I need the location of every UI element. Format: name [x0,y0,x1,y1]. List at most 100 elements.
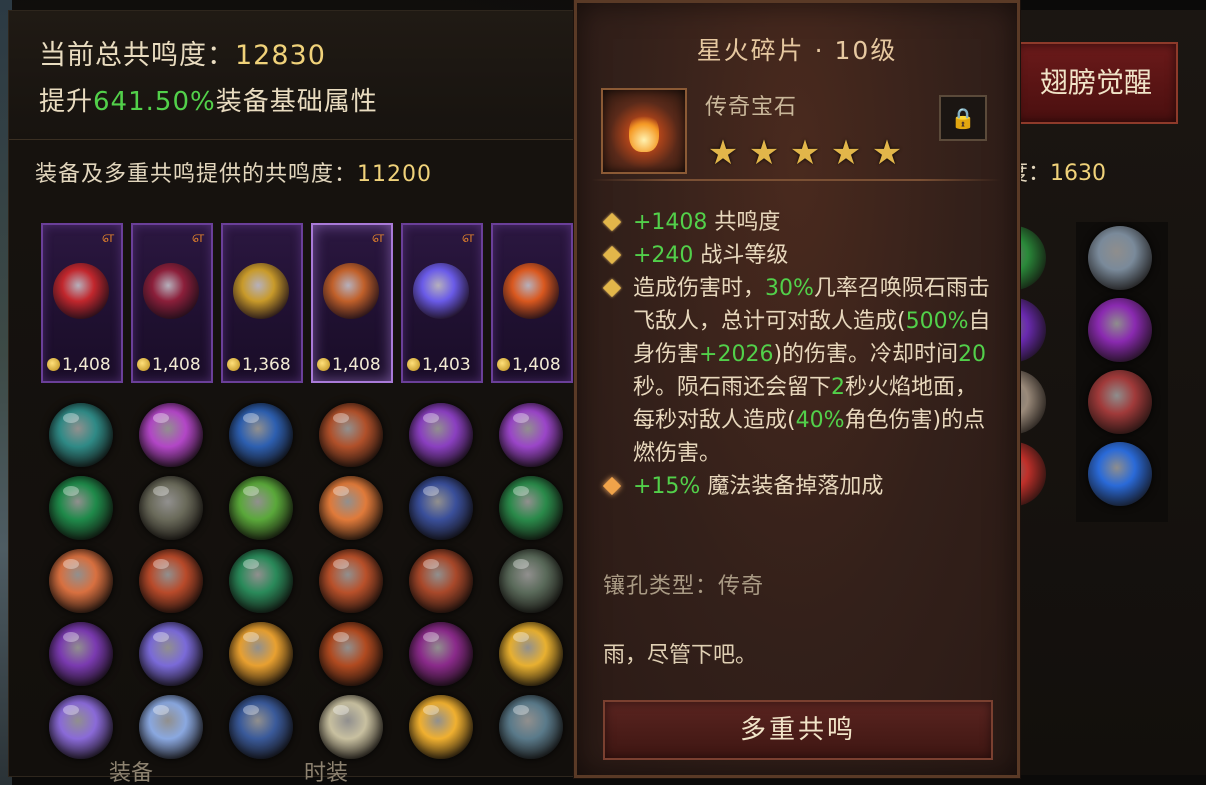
gem-slot[interactable] [139,403,203,467]
star-icon: ★ [707,133,739,173]
equipment-resonance-value: 1,403 [407,355,471,375]
equipment-resonance-value: 1,408 [317,355,381,375]
gem-slot[interactable] [139,695,203,759]
gem-slot[interactable] [319,476,383,540]
effect-description: 造成伤害时，30%几率召唤陨石雨击飞敌人，总计可对敌人造成(500%自身伤害+2… [602,272,995,470]
resonance-mark-icon: எ [461,227,475,246]
gem-slot[interactable] [49,695,113,759]
gem-slot[interactable] [49,622,113,686]
equipment-gem-icon [143,263,199,319]
equipment-resonance-value: 1,368 [227,355,291,375]
gem-slot[interactable] [1088,442,1152,506]
gem-attributes: +1408 共鸣度 +240 战斗等级 造成伤害时，30%几率召唤陨石雨击飞敌人… [602,206,995,503]
wing-awaken-button[interactable]: 翅膀觉醒 [1014,42,1178,124]
gem-slot[interactable] [139,622,203,686]
attribute-boost: 提升641.50%装备基础属性 [39,81,378,118]
equipment-slot[interactable]: எ 1,408 [311,223,393,383]
gem-slot[interactable] [49,476,113,540]
boost-suffix: 装备基础属性 [215,87,378,117]
header-divider [591,179,1001,181]
gem-slot[interactable] [409,403,473,467]
equipment-value-text: 1,408 [332,355,381,375]
effect-value: 40% [795,408,845,433]
right-resonance-panel: 翅膀觉醒 度：1630 [1005,10,1206,775]
socket-type: 镶孔类型：传奇 [603,574,765,599]
resonance-summary: 当前总共鸣度：12830 提升641.50%装备基础属性 [9,11,609,140]
gem-slot[interactable] [499,549,563,613]
star-icon: ★ [748,133,780,173]
stat-value: +240 [633,243,694,268]
gem-slot[interactable] [409,695,473,759]
stat-line-resonance: +1408 共鸣度 [602,206,995,239]
effect-value: 2 [831,375,846,400]
gem-slot[interactable] [229,622,293,686]
gem-slot[interactable] [319,695,383,759]
gem-stars: ★ ★ ★ ★ ★ [705,135,910,171]
stat-bullet-icon [602,212,622,232]
gem-slot[interactable] [319,622,383,686]
tab-fashion[interactable]: 时装 [304,759,348,785]
coin-icon [317,358,330,371]
tab-equipment[interactable]: 装备 [109,759,153,785]
equipment-resonance-title: 装备及多重共鸣提供的共鸣度：11200 [35,156,432,188]
equipment-gem-icon [503,263,559,319]
gem-slot[interactable] [1088,370,1152,434]
equipment-slot[interactable]: 1,408 [491,223,573,383]
star-icon: ★ [871,133,903,173]
gem-icon-core [629,112,659,152]
gem-slot[interactable] [499,622,563,686]
equipment-resonance-label: 装备及多重共鸣提供的共鸣度： [35,162,358,187]
effect-value: 30% [765,276,814,301]
equipment-slot[interactable]: எ 1,408 [41,223,123,383]
lock-icon[interactable]: 🔒 [939,95,987,141]
coin-icon [47,358,60,371]
resonance-panel: 当前总共鸣度：12830 提升641.50%装备基础属性 装备及多重共鸣提供的共… [8,10,610,785]
gem-icon [601,88,687,174]
equipment-gem-icon [53,263,109,319]
boost-prefix: 提升 [39,87,94,117]
coin-icon [137,358,150,371]
gem-slot[interactable] [409,476,473,540]
gem-slot[interactable] [229,403,293,467]
bottom-tabs: 装备 时装 [39,759,439,785]
gem-slot[interactable] [229,549,293,613]
effect-text: 造成伤害时， [633,276,766,301]
gem-slot[interactable] [229,476,293,540]
stat-label: 共鸣度 [707,210,781,235]
total-resonance: 当前总共鸣度：12830 [39,33,326,72]
equipment-value-text: 1,408 [62,355,111,375]
gem-slot[interactable] [409,622,473,686]
right-gem-column [1076,222,1168,522]
gem-slot[interactable] [499,695,563,759]
gem-slot[interactable] [319,403,383,467]
multi-resonance-button[interactable]: 多重共鸣 [603,700,993,760]
stat-bullet-icon [602,245,622,265]
coin-icon [407,358,420,371]
gem-slot[interactable] [49,549,113,613]
total-resonance-label: 当前总共鸣度： [39,40,235,71]
stat-value: +1408 [633,210,708,235]
gem-slot[interactable] [1088,298,1152,362]
gem-slot[interactable] [499,476,563,540]
gem-slot[interactable] [49,403,113,467]
equipment-slot[interactable]: எ 1,408 [131,223,213,383]
stat-label: 战斗等级 [693,243,789,268]
gem-grid [45,403,585,773]
equipment-slot[interactable]: 1,368 [221,223,303,383]
equipment-slot[interactable]: எ 1,403 [401,223,483,383]
effect-text: )的伤害。冷却时间 [773,342,959,367]
gem-slot[interactable] [499,403,563,467]
gem-slot[interactable] [319,549,383,613]
coin-icon [227,358,240,371]
right-resonance-value: 1630 [1050,161,1107,186]
gem-slot[interactable] [139,549,203,613]
equipment-resonance-value: 1,408 [47,355,111,375]
right-resonance-title: 度：1630 [1006,155,1106,187]
gem-slot[interactable] [1088,226,1152,290]
equipment-gem-icon [323,263,379,319]
bonus-bullet-icon [602,476,622,496]
gem-slot[interactable] [409,549,473,613]
gem-slot[interactable] [229,695,293,759]
gem-slot[interactable] [139,476,203,540]
resonance-mark-icon: எ [101,227,115,246]
